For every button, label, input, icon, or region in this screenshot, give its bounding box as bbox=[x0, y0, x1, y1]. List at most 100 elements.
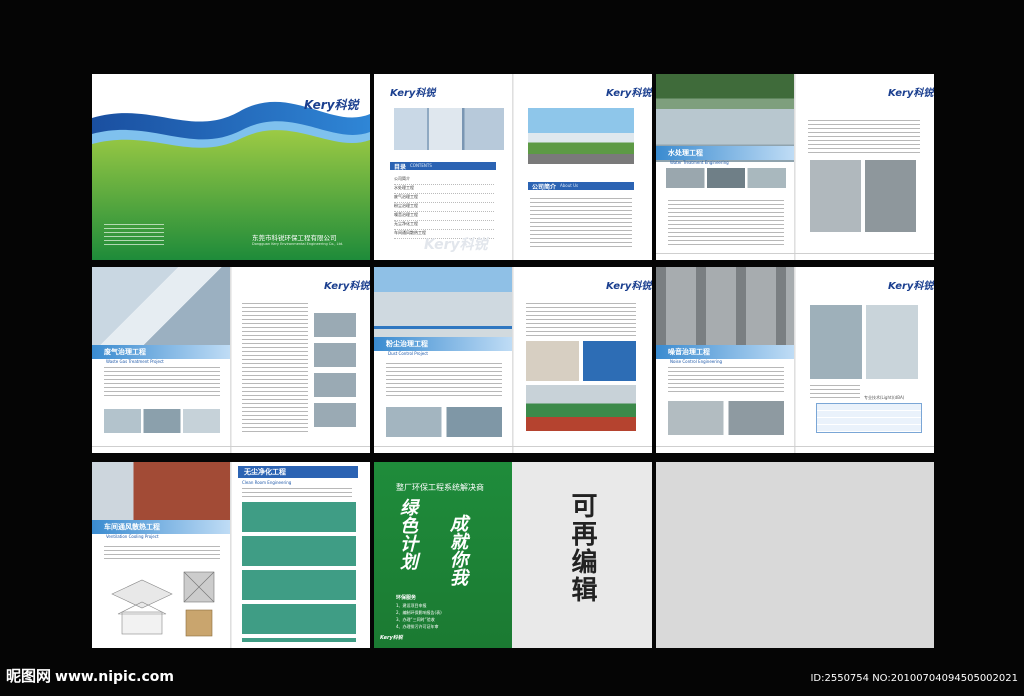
page-footer bbox=[92, 446, 370, 453]
back-cover-services-list: 1、建设项目申报 2、编制环保影响报告(表) 3、办理“三同时”验收 4、办理排… bbox=[396, 602, 442, 630]
back-cover-slogan-1: 绿色计划 bbox=[397, 498, 418, 570]
spread-fold bbox=[230, 267, 232, 453]
back-cover-service-item: 1、建设项目申报 bbox=[396, 603, 427, 608]
spread-fold bbox=[512, 74, 514, 260]
ventilation-banner-en: Ventilation Cooling Project bbox=[106, 534, 159, 539]
waste-gas-logo: Kery科锐 bbox=[324, 281, 370, 292]
dust-banner-title: 粉尘治理工程 bbox=[386, 340, 428, 348]
ventilation-body-text bbox=[104, 546, 220, 562]
water-body-text-right bbox=[808, 120, 920, 154]
page-footer bbox=[656, 446, 934, 453]
waste-gas-banner: 废气治理工程 bbox=[92, 345, 230, 359]
back-cover-service-item: 3、办理“三同时”验收 bbox=[396, 617, 435, 622]
nipic-watermark: 昵图网 www.nipic.com bbox=[6, 665, 174, 686]
waste-gas-photo-strip bbox=[104, 409, 220, 433]
water-banner-title: 水处理工程 bbox=[668, 149, 703, 157]
waste-gas-photo bbox=[92, 267, 230, 345]
toc-item[interactable]: 水处理工程 bbox=[394, 185, 494, 194]
spread-fold bbox=[512, 267, 514, 453]
waste-gas-right-text bbox=[242, 303, 308, 433]
nipic-site-name: 昵图网 bbox=[6, 667, 52, 685]
page-footer bbox=[374, 446, 652, 453]
ventilation-banner-title: 车间通风散热工程 bbox=[104, 523, 160, 531]
intro-title-en: About Us bbox=[560, 183, 579, 188]
spread-fold bbox=[230, 462, 232, 648]
waste-gas-body-text bbox=[104, 367, 220, 397]
cover-contact-lines bbox=[104, 224, 164, 246]
back-cover-services-title: 环保服务 bbox=[396, 595, 417, 601]
toc-watermark-logo: Kery科锐 bbox=[424, 237, 488, 253]
waste-gas-spread: 废气治理工程 Waste Gas Treatment Project Kery科… bbox=[92, 267, 370, 453]
toc-item[interactable]: 噪音治理工程 bbox=[394, 212, 494, 221]
noise-banner: 噪音治理工程 bbox=[656, 345, 794, 359]
noise-equipment-photo bbox=[656, 267, 794, 347]
noise-data-table bbox=[816, 403, 922, 433]
water-banner: 水处理工程 bbox=[656, 146, 794, 160]
intro-logo: Kery科锐 bbox=[606, 88, 652, 99]
dust-workshop-photo bbox=[526, 385, 636, 431]
toc-item[interactable]: 废气治理工程 bbox=[394, 194, 494, 203]
back-cover-slogan-2: 成就你我 bbox=[447, 514, 468, 586]
image-id-text: ID:2550754 NO:20100704094505002021 bbox=[810, 673, 1018, 684]
ventilation-diagram bbox=[111, 571, 215, 637]
toc-title-bar: 目录 CONTENTS bbox=[390, 162, 496, 171]
toc-title: 目录 bbox=[394, 164, 407, 171]
toc-item[interactable]: 公司简介 bbox=[394, 176, 494, 185]
toc-item[interactable]: 粉尘治理工程 bbox=[394, 203, 494, 212]
toc-item[interactable]: 无尘净化工程 bbox=[394, 221, 494, 230]
toc-title-en: CONTENTS bbox=[410, 163, 432, 168]
clean-room-banner-title: 无尘净化工程 bbox=[244, 468, 286, 476]
cover-logo: Kery科锐 bbox=[304, 98, 359, 112]
dust-right-text bbox=[526, 303, 636, 337]
dust-banner-en: Dust Control Project bbox=[388, 351, 428, 356]
dust-body-text bbox=[386, 363, 502, 399]
dust-photo-strip bbox=[386, 407, 502, 437]
dust-control-spread: 粉尘治理工程 Dust Control Project Kery科锐 bbox=[374, 267, 652, 453]
intro-title-bar: 公司简介 About Us bbox=[528, 182, 634, 191]
blank-gray-panel bbox=[656, 462, 934, 648]
ventilation-spread: 车间通风散热工程 Ventilation Cooling Project 无尘净… bbox=[92, 462, 370, 648]
noise-right-text bbox=[810, 385, 860, 399]
clean-room-banner-en: Clean Room Engineering bbox=[242, 480, 292, 485]
spread-fold bbox=[794, 74, 796, 260]
back-cover-editable-note: 可再编辑 bbox=[567, 492, 597, 604]
noise-banner-title: 噪音治理工程 bbox=[668, 348, 710, 356]
dust-logo: Kery科锐 bbox=[606, 281, 652, 292]
back-cover-spread: 整厂环保工程系统解决商 绿色计划 成就你我 环保服务 1、建设项目申报 2、编制… bbox=[374, 462, 652, 648]
clean-room-body-text bbox=[242, 488, 352, 498]
ventilation-wall-photo bbox=[92, 462, 230, 524]
noise-table-title: 专业技术(Light)(dBA) bbox=[864, 395, 905, 400]
noise-banner-en: Noise Control Engineering bbox=[670, 359, 723, 364]
water-photo-strip bbox=[666, 168, 786, 188]
toc-photo-grid bbox=[394, 108, 504, 150]
noise-control-spread: 噪音治理工程 Noise Control Engineering Kery科锐 … bbox=[656, 267, 934, 453]
intro-city-photo bbox=[528, 108, 634, 164]
water-banner-en: Water Treatment Engineering bbox=[670, 160, 729, 165]
noise-body-text bbox=[668, 367, 784, 395]
water-equipment-photos bbox=[810, 160, 916, 232]
back-cover-service-item: 2、编制环保影响报告(表) bbox=[396, 610, 442, 615]
waste-gas-banner-en: Waste Gas Treatment Project bbox=[106, 359, 164, 364]
page-footer bbox=[656, 253, 934, 260]
toc-list: 公司简介 水处理工程 废气治理工程 粉尘治理工程 噪音治理工程 无尘净化工程 车… bbox=[394, 176, 494, 239]
toc-logo: Kery科锐 bbox=[390, 88, 436, 99]
back-cover-headline: 整厂环保工程系统解决商 bbox=[396, 483, 484, 492]
noise-photo-strip bbox=[668, 401, 784, 435]
intro-title: 公司简介 bbox=[532, 184, 557, 191]
noise-right-photos bbox=[810, 305, 918, 379]
water-treatment-spread: 水处理工程 Water Treatment Engineering Kery科锐 bbox=[656, 74, 934, 260]
ventilation-banner: 车间通风散热工程 bbox=[92, 520, 230, 534]
back-cover-logo: Kery科锐 bbox=[380, 635, 403, 641]
spread-fold bbox=[794, 267, 796, 453]
noise-logo: Kery科锐 bbox=[888, 281, 934, 292]
waste-gas-side-photos bbox=[314, 313, 356, 433]
cover-spread: Kery科锐 东莞市科锐环保工程有限公司 Dongguan Kery Envir… bbox=[92, 74, 370, 260]
clean-room-photos bbox=[242, 502, 356, 642]
clean-room-banner: 无尘净化工程 bbox=[238, 466, 358, 478]
cover-company-name: 东莞市科锐环保工程有限公司 bbox=[252, 234, 337, 242]
water-body-text-left bbox=[668, 200, 784, 248]
dust-banner: 粉尘治理工程 bbox=[374, 337, 512, 351]
nipic-site-url: www.nipic.com bbox=[55, 669, 174, 685]
back-cover-service-item: 4、办理排污许可证年审 bbox=[396, 624, 439, 629]
intro-body-text bbox=[530, 198, 632, 250]
